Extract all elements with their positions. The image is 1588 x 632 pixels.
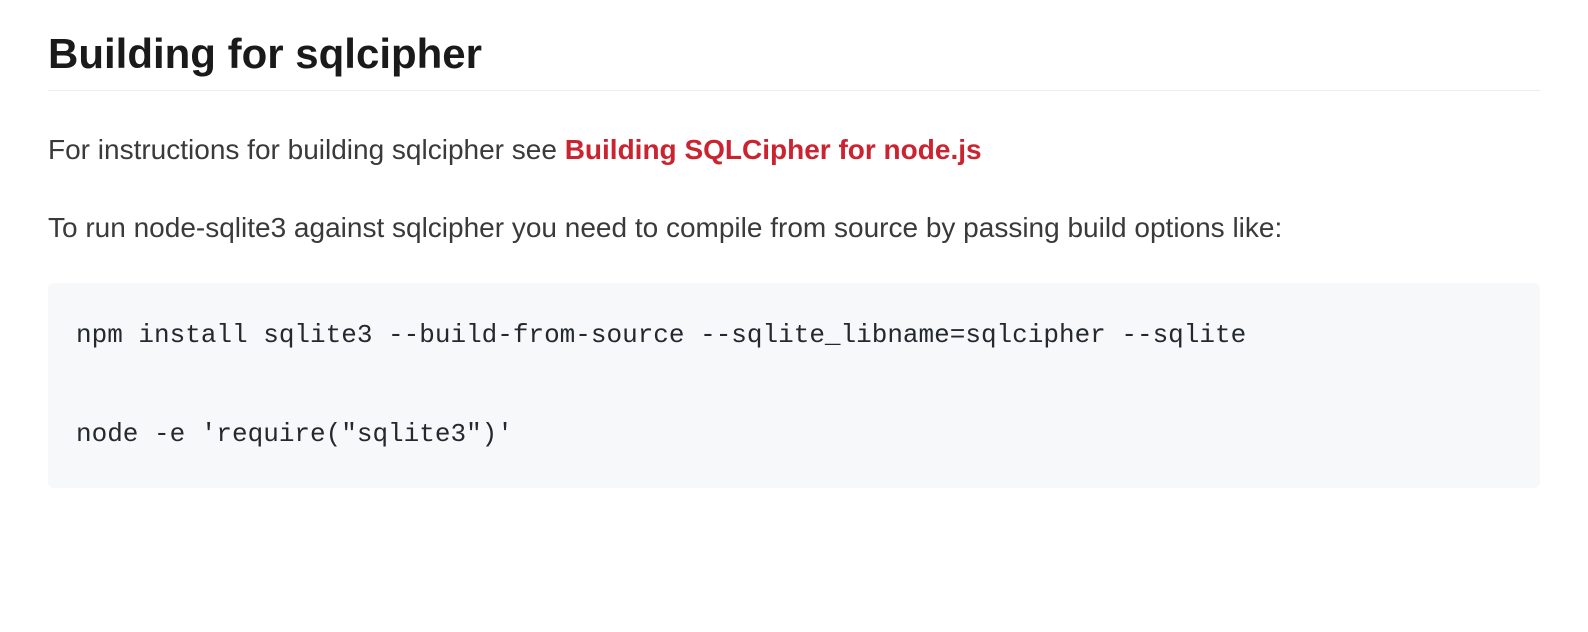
code-block: npm install sqlite3 --build-from-source … (48, 283, 1540, 487)
intro-paragraph: For instructions for building sqlcipher … (48, 127, 1540, 173)
intro-text: For instructions for building sqlcipher … (48, 134, 565, 165)
instructions-paragraph: To run node-sqlite3 against sqlcipher yo… (48, 205, 1540, 251)
sqlcipher-build-link[interactable]: Building SQLCipher for node.js (565, 134, 982, 165)
section-heading: Building for sqlcipher (48, 30, 1540, 91)
